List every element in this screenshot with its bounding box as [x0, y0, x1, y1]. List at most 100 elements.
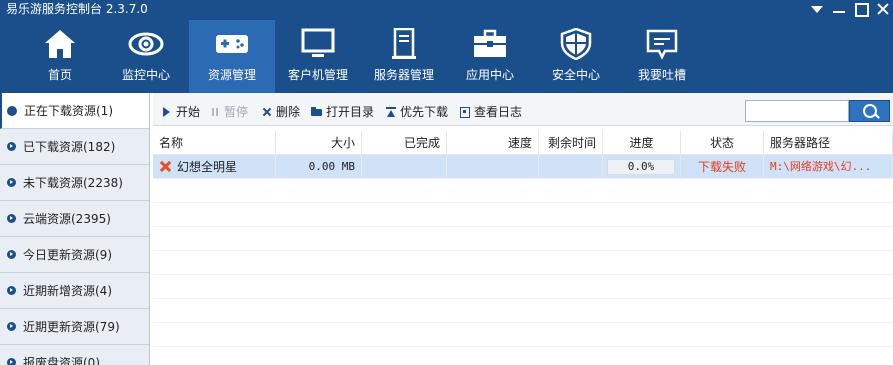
- shield-icon: [560, 28, 592, 60]
- sidebar-item-downloading[interactable]: 正在下载资源(1): [0, 93, 149, 129]
- sidebar-item-not-downloaded[interactable]: 未下载资源(2238): [0, 165, 149, 201]
- arrow-bullet-icon: [7, 322, 16, 331]
- sidebar-item-label: 近期新增资源(4): [23, 284, 112, 298]
- view-log-label: 查看日志: [474, 105, 523, 119]
- sidebar-item-updated-today[interactable]: 今日更新资源(9): [0, 237, 149, 273]
- empty-row: [153, 203, 893, 227]
- sidebar-item-scrapped-disk[interactable]: 报废盘资源(0): [0, 345, 149, 365]
- feedback-icon: [646, 29, 678, 60]
- arrow-bullet-icon: [7, 142, 16, 151]
- arrow-bullet-icon: [7, 358, 16, 365]
- sidebar-item-label: 已下载资源(182): [23, 140, 116, 154]
- search-input[interactable]: [745, 100, 849, 122]
- sidebar-item-recently-updated[interactable]: 近期更新资源(79): [0, 309, 149, 345]
- empty-row: [153, 275, 893, 299]
- cell-status: 下载失败: [681, 155, 764, 179]
- sidebar-item-label: 云端资源(2395): [23, 212, 111, 226]
- pause-button[interactable]: 暂停: [209, 103, 248, 120]
- arrow-bullet-icon: [7, 178, 16, 187]
- delete-label: 删除: [276, 105, 301, 119]
- nav-feedback[interactable]: 我要吐槽: [619, 20, 705, 93]
- nav-label: 应用中心: [465, 68, 514, 82]
- sidebar-item-label: 未下载资源(2238): [23, 176, 123, 190]
- download-toolbar: 开始 暂停 删除 打开目录 优先下载 查看日志: [153, 93, 893, 126]
- nav-app-center[interactable]: 应用中心: [447, 20, 533, 93]
- cell-name: 幻想全明星: [153, 155, 276, 179]
- delete-icon: [261, 106, 273, 118]
- pause-label: 暂停: [224, 105, 249, 119]
- sidebar-item-label: 报废盘资源(0): [23, 356, 100, 365]
- cell-remaining: [539, 155, 603, 179]
- nav-label: 监控中心: [121, 68, 170, 82]
- log-icon: [459, 106, 471, 118]
- column-header-remaining[interactable]: 剩余时间: [539, 131, 603, 155]
- column-header-server-path[interactable]: 服务器路径: [764, 131, 893, 155]
- arrow-bullet-icon: [7, 286, 16, 295]
- table-header: 名称 大小 已完成 速度 剩余时间 进度 状态 服务器路径: [153, 131, 893, 155]
- eye-icon: [128, 32, 164, 56]
- menu-dropdown-icon[interactable]: [809, 1, 825, 17]
- empty-row: [153, 251, 893, 275]
- priority-icon: [385, 106, 397, 118]
- table-row[interactable]: 幻想全明星 0.00 MB 0.0% 下载失败 M:\网络游戏\幻...: [153, 155, 893, 179]
- open-directory-label: 打开目录: [326, 105, 375, 119]
- column-header-name[interactable]: 名称: [153, 131, 276, 155]
- cell-speed: [447, 155, 539, 179]
- maximize-icon[interactable]: [853, 1, 869, 17]
- server-icon: [392, 28, 416, 59]
- column-header-progress[interactable]: 进度: [603, 131, 681, 155]
- priority-download-button[interactable]: 优先下载: [385, 103, 448, 120]
- nav-server-management[interactable]: 服务器管理: [361, 20, 447, 93]
- progress-bar: 0.0%: [607, 159, 675, 175]
- nav-resource-management[interactable]: 资源管理: [189, 20, 275, 93]
- search-button[interactable]: [849, 100, 890, 122]
- arrow-bullet-icon: [7, 250, 16, 259]
- open-directory-button[interactable]: 打开目录: [311, 103, 374, 120]
- resource-category-sidebar: 正在下载资源(1) 已下载资源(182) 未下载资源(2238) 云端资源(23…: [0, 93, 150, 365]
- app-title: 易乐游服务控制台 2.3.7.0: [6, 2, 148, 16]
- delete-button[interactable]: 删除: [261, 103, 300, 120]
- sidebar-item-cloud[interactable]: 云端资源(2395): [0, 201, 149, 237]
- sidebar-item-downloaded[interactable]: 已下载资源(182): [0, 129, 149, 165]
- nav-monitor-center[interactable]: 监控中心: [103, 20, 189, 93]
- nav-label: 我要吐槽: [637, 68, 686, 82]
- title-and-nav-bar: 易乐游服务控制台 2.3.7.0 首页 监控中心 资源管理 客户机管理 服务器管…: [0, 0, 893, 93]
- column-header-status[interactable]: 状态: [681, 131, 764, 155]
- empty-row: [153, 227, 893, 251]
- cell-server-path: M:\网络游戏\幻...: [764, 155, 893, 179]
- monitor-icon: [301, 28, 335, 57]
- nav-security-center[interactable]: 安全中心: [533, 20, 619, 93]
- bullet-icon: [7, 105, 17, 116]
- download-failed-icon: [159, 160, 171, 172]
- play-icon: [161, 106, 173, 118]
- priority-download-label: 优先下载: [400, 105, 449, 119]
- home-icon: [45, 30, 75, 58]
- sidebar-item-label: 近期更新资源(79): [23, 320, 120, 334]
- folder-icon: [311, 106, 323, 118]
- close-icon[interactable]: [875, 1, 891, 17]
- column-header-speed[interactable]: 速度: [447, 131, 539, 155]
- empty-row: [153, 299, 893, 323]
- cell-done: [362, 155, 447, 179]
- nav-label: 安全中心: [551, 68, 600, 82]
- minimize-icon[interactable]: [831, 1, 847, 17]
- cell-size: 0.00 MB: [276, 155, 362, 179]
- nav-label: 资源管理: [207, 68, 256, 82]
- main-panel: 开始 暂停 删除 打开目录 优先下载 查看日志 名称 大小 已完成 速度 剩余时…: [153, 93, 893, 365]
- download-table: 名称 大小 已完成 速度 剩余时间 进度 状态 服务器路径 幻想全明星 0.00…: [153, 131, 893, 347]
- toolbox-icon: [474, 29, 506, 57]
- nav-label: 首页: [47, 68, 72, 82]
- nav-label: 服务器管理: [373, 68, 434, 82]
- gamepad-icon: [216, 35, 248, 53]
- column-header-done[interactable]: 已完成: [362, 131, 447, 155]
- nav-client-management[interactable]: 客户机管理: [275, 20, 361, 93]
- view-log-button[interactable]: 查看日志: [459, 103, 522, 120]
- window-controls: [809, 1, 891, 17]
- sidebar-item-recently-added[interactable]: 近期新增资源(4): [0, 273, 149, 309]
- arrow-bullet-icon: [7, 214, 16, 223]
- column-header-size[interactable]: 大小: [276, 131, 362, 155]
- sidebar-item-label: 正在下载资源(1): [24, 104, 113, 118]
- pause-icon: [209, 106, 221, 118]
- nav-home[interactable]: 首页: [17, 20, 103, 93]
- start-button[interactable]: 开始: [161, 103, 200, 120]
